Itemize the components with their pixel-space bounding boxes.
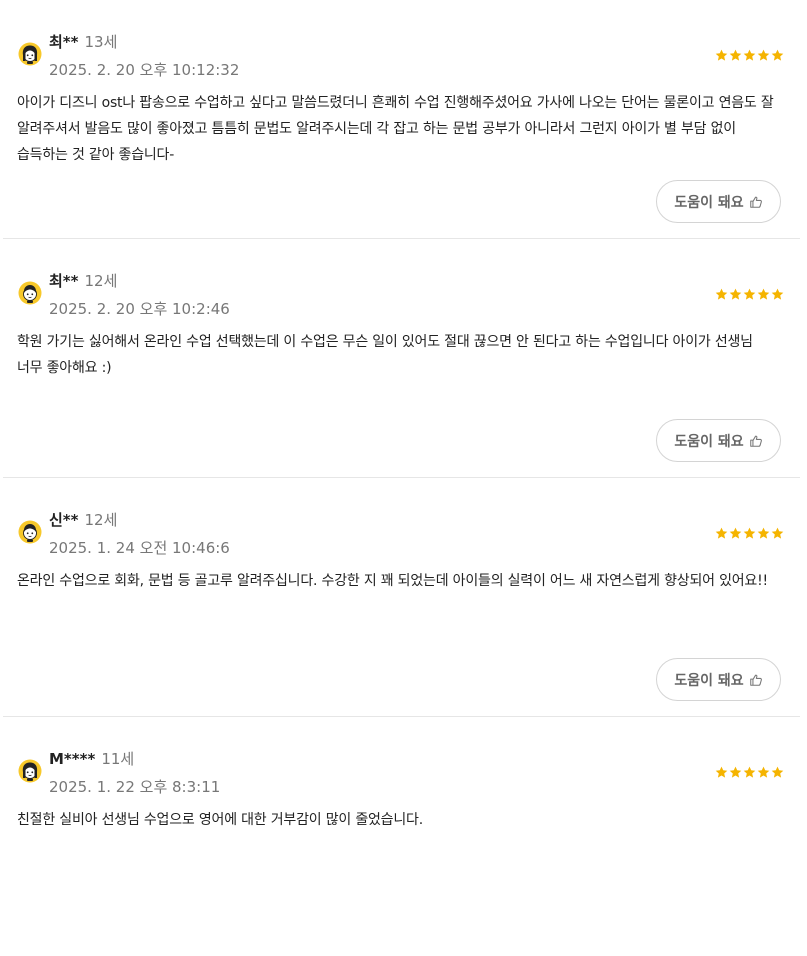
thumbs-up-icon: [749, 674, 762, 686]
reviewer-name: 신**: [49, 511, 79, 529]
star-icon: [771, 527, 784, 539]
review-text: 친절한 실비아 선생님 수업으로 영어에 대한 거부감이 많이 줄었습니다.: [17, 812, 423, 828]
review-date: 2025. 1. 22 오후 8:3:11: [49, 778, 221, 796]
review-header: M**** 11세 2025. 1. 22 오후 8:3:11: [18, 747, 784, 797]
reviewer-info: 최** 12세: [49, 270, 117, 291]
star-icon: [729, 288, 742, 300]
star-icon: [757, 288, 770, 300]
review-item: M**** 11세 2025. 1. 22 오후 8:3:11 친절한 실비아 선…: [3, 717, 800, 956]
star-icon: [743, 527, 756, 539]
reviewer-info: 최** 13세: [49, 31, 117, 52]
star-icon: [715, 288, 728, 300]
star-icon: [729, 49, 742, 61]
review-text: 아이가 디즈니 ost나 팝송으로 수업하고 싶다고 말씀드렸더니 흔쾌히 수업…: [17, 95, 774, 163]
helpful-button[interactable]: 도움이 돼요: [656, 419, 781, 462]
reviewer-age: 13세: [84, 33, 118, 51]
review-header: 최** 13세 2025. 2. 20 오후 10:12:32: [18, 30, 784, 80]
thumbs-up-icon: [749, 196, 762, 208]
star-icon: [743, 766, 756, 778]
girl-avatar-icon: [18, 759, 42, 783]
helpful-button[interactable]: 도움이 돼요: [656, 180, 781, 223]
star-icon: [757, 527, 770, 539]
reviewer-age: 12세: [84, 511, 118, 529]
review-item: 최** 12세 2025. 2. 20 오후 10:2:46 학원 가기는 싫어해…: [3, 239, 800, 478]
star-icon: [743, 288, 756, 300]
star-rating: [715, 49, 784, 62]
review-item: 신** 12세 2025. 1. 24 오전 10:46:6 온라인 수업으로 회…: [3, 478, 800, 717]
boy-avatar-icon: [18, 520, 42, 544]
review-list: 최** 13세 2025. 2. 20 오후 10:12:32 아이가 디즈니 o…: [0, 0, 807, 956]
helpful-button-label: 도움이 돼요: [674, 433, 744, 450]
star-icon: [715, 527, 728, 539]
thumbs-up-icon: [749, 435, 762, 447]
reviewer-age: 12세: [84, 272, 118, 290]
review-header: 신** 12세 2025. 1. 24 오전 10:46:6: [18, 508, 784, 558]
star-rating: [715, 288, 784, 301]
reviewer-info: 신** 12세: [49, 509, 117, 530]
helpful-button-label: 도움이 돼요: [674, 672, 744, 689]
reviewer-age: 11세: [101, 750, 135, 768]
reviewer-info: M**** 11세: [49, 748, 134, 769]
helpful-button[interactable]: 도움이 돼요: [656, 658, 781, 701]
review-date: 2025. 1. 24 오전 10:46:6: [49, 539, 230, 557]
star-icon: [771, 288, 784, 300]
star-icon: [757, 766, 770, 778]
reviewer-name: 최**: [49, 272, 79, 290]
review-text: 학원 가기는 싫어해서 온라인 수업 선택했는데 이 수업은 무슨 일이 있어도…: [17, 334, 753, 376]
star-rating: [715, 766, 784, 779]
review-item: 최** 13세 2025. 2. 20 오후 10:12:32 아이가 디즈니 o…: [3, 0, 800, 239]
star-icon: [771, 49, 784, 61]
star-icon: [729, 527, 742, 539]
star-icon: [757, 49, 770, 61]
boy-avatar-icon: [18, 281, 42, 305]
reviewer-name: M****: [49, 750, 96, 768]
helpful-button-label: 도움이 돼요: [674, 194, 744, 211]
star-icon: [743, 49, 756, 61]
review-header: 최** 12세 2025. 2. 20 오후 10:2:46: [18, 269, 784, 319]
reviewer-name: 최**: [49, 33, 79, 51]
star-icon: [729, 766, 742, 778]
star-icon: [715, 49, 728, 61]
star-icon: [715, 766, 728, 778]
review-date: 2025. 2. 20 오후 10:12:32: [49, 61, 240, 79]
star-icon: [771, 766, 784, 778]
star-rating: [715, 527, 784, 540]
review-text: 온라인 수업으로 회화, 문법 등 골고루 알려주십니다. 수강한 지 꽤 되었…: [17, 573, 768, 589]
girl-avatar-icon: [18, 42, 42, 66]
review-date: 2025. 2. 20 오후 10:2:46: [49, 300, 230, 318]
